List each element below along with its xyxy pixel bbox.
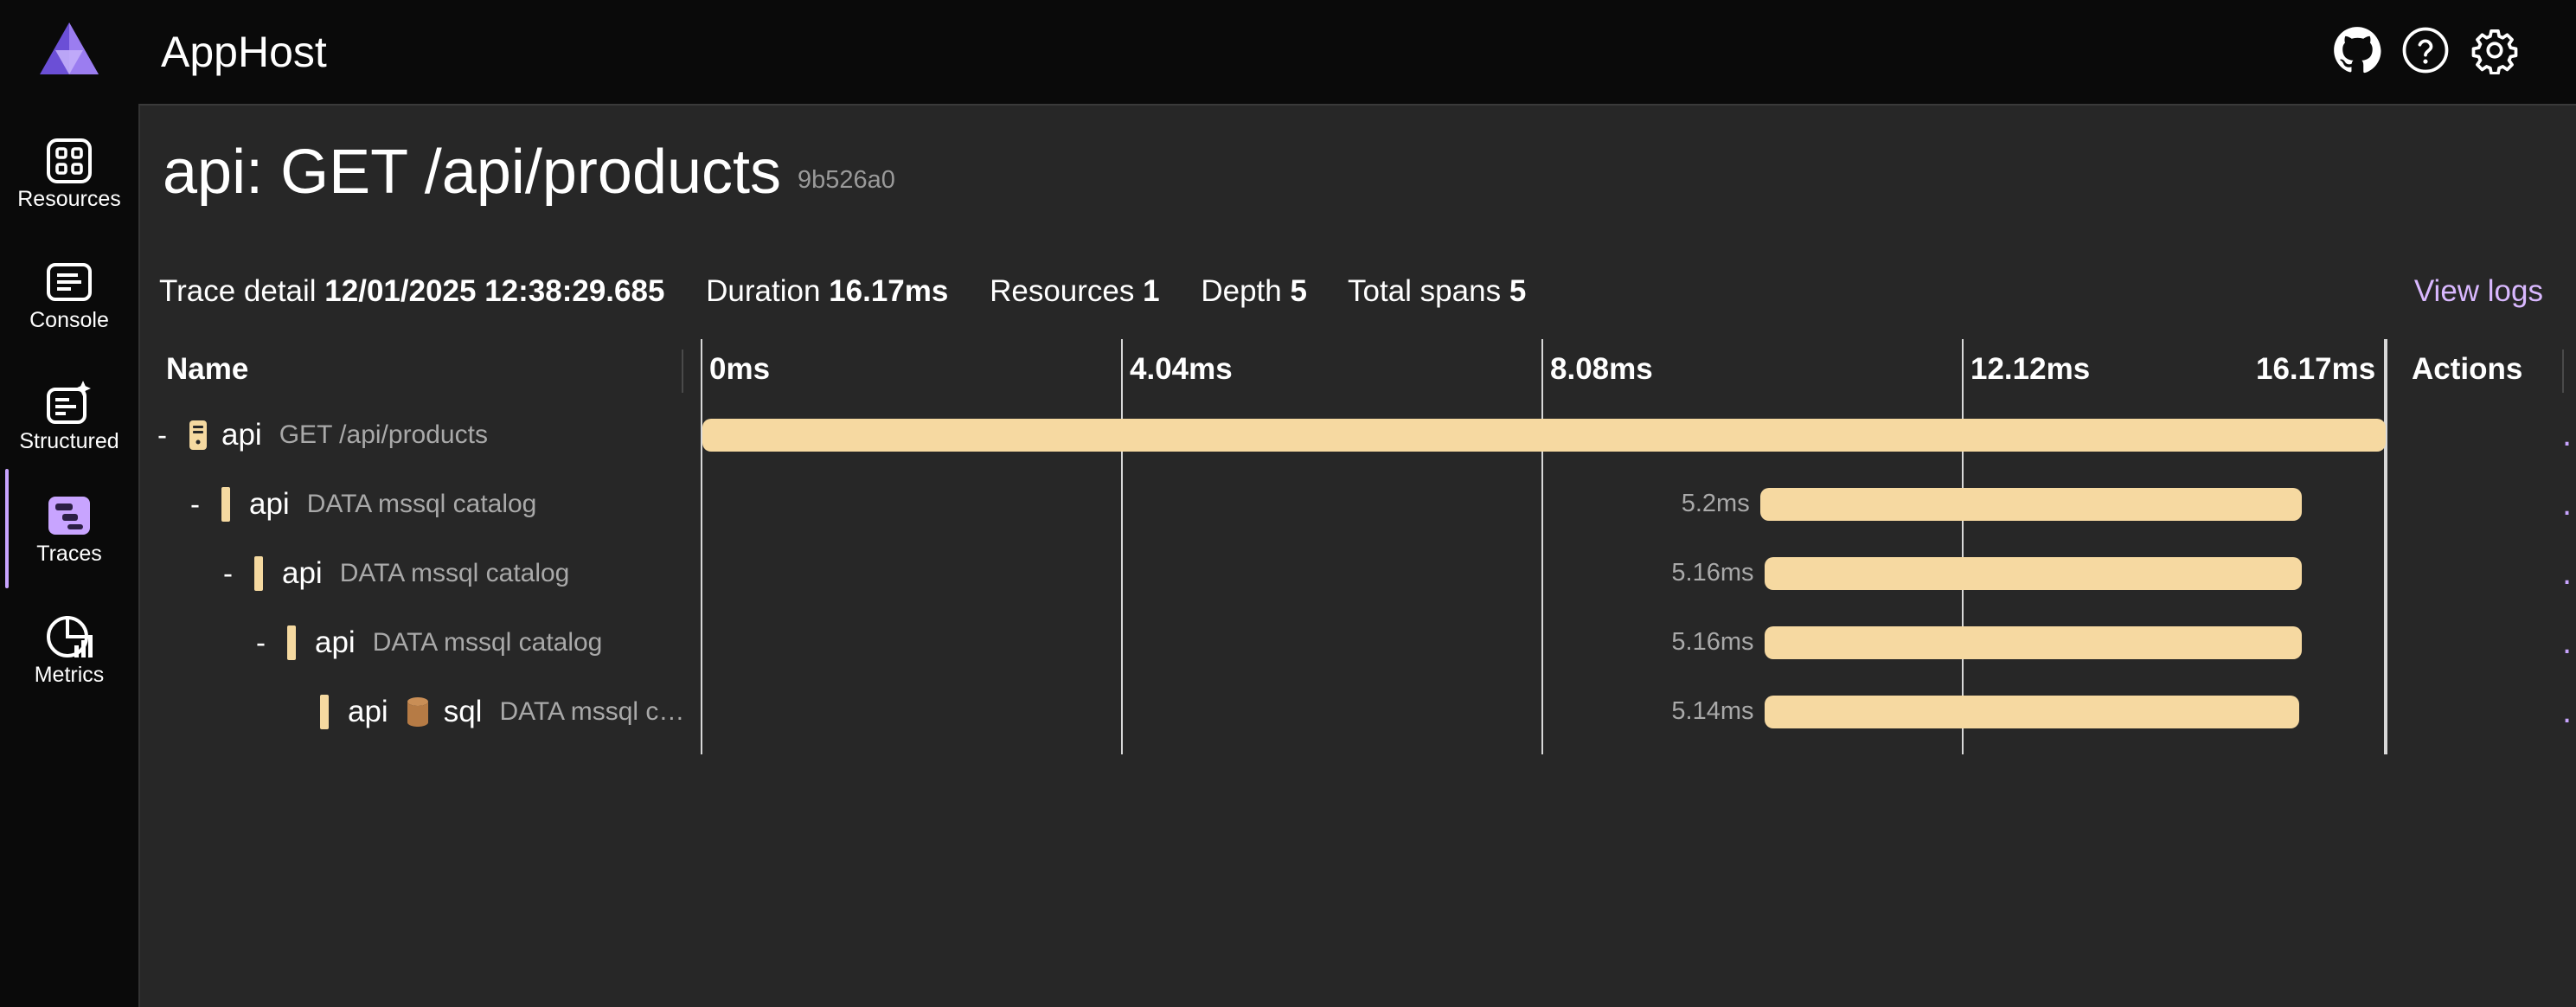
span-operation: GET /api/products — [279, 420, 488, 449]
structured-icon — [45, 379, 93, 427]
timeline-tick-label: 12.12ms — [1970, 352, 2091, 386]
service-color-stripe — [287, 625, 296, 660]
total-spans-value: 5 — [1509, 274, 1527, 308]
span-bar[interactable] — [1764, 626, 2302, 659]
span-service: api — [221, 418, 262, 452]
span-operation: DATA mssql catalog — [306, 490, 537, 518]
span-service: api — [315, 625, 356, 659]
name-column-header[interactable]: Name — [166, 350, 248, 389]
column-separator[interactable] — [2562, 350, 2564, 393]
service-color-stripe — [221, 487, 230, 522]
depth-value: 5 — [1290, 274, 1307, 308]
span-actions-button[interactable]: ... — [2562, 486, 2576, 521]
database-icon — [406, 696, 430, 728]
span-row-name[interactable]: - api DATA mssql catalog — [190, 483, 536, 526]
app-title: AppHost — [161, 28, 327, 76]
timeline-tick-label: 8.08ms — [1550, 352, 1653, 386]
total-spans-label: Total spans — [1348, 274, 1502, 308]
timeline-end-line — [2386, 339, 2387, 754]
resources-icon — [45, 137, 93, 185]
sidebar-item-console[interactable]: Console — [0, 235, 138, 356]
trace-detail-label: Trace detail — [159, 274, 317, 308]
depth-label: Depth — [1201, 274, 1282, 308]
sidebar-item-structured[interactable]: Structured — [0, 356, 138, 478]
timeline-tick-label: 0ms — [709, 352, 771, 386]
span-row-name[interactable]: api sql DATA mssql c… — [289, 690, 684, 734]
sidebar-item-label: Structured — [19, 429, 119, 453]
span-duration-label: 5.16ms — [1671, 559, 1754, 587]
trace-id: 9b526a0 — [798, 166, 895, 194]
sidebar: Resources Console Structured Traces Metr… — [0, 106, 138, 1005]
main-panel: api: GET /api/products 9b526a0 Trace det… — [138, 104, 2576, 1007]
trace-summary: Trace detail 12/01/2025 12:38:29.685 Dur… — [159, 272, 1559, 311]
span-operation: DATA mssql c… — [499, 697, 685, 726]
span-duration-label: 5.2ms — [1681, 490, 1750, 517]
span-service: api — [249, 487, 290, 521]
trace-detail-value: 12/01/2025 12:38:29.685 — [324, 274, 665, 308]
span-service: api — [348, 695, 388, 728]
span-row-name[interactable]: - api DATA mssql catalog — [256, 621, 602, 664]
resources-label: Resources — [990, 274, 1135, 308]
collapse-toggle[interactable]: - — [157, 419, 189, 452]
timeline-gridline — [1121, 339, 1123, 754]
github-icon[interactable] — [2333, 26, 2381, 74]
sidebar-item-traces[interactable]: Traces — [0, 469, 138, 590]
span-actions-button[interactable]: ... — [2562, 694, 2576, 728]
resources-value: 1 — [1143, 274, 1160, 308]
sidebar-item-resources[interactable]: Resources — [0, 114, 138, 235]
sidebar-item-label: Traces — [36, 542, 102, 566]
timeline-tick-label: 16.17ms — [2256, 352, 2376, 386]
server-icon — [189, 420, 208, 451]
span-service: api — [282, 556, 323, 590]
timeline-gridline — [701, 339, 702, 754]
span-bar[interactable] — [1759, 488, 2302, 521]
timeline-gridline — [1962, 339, 1964, 754]
sidebar-item-label: Resources — [17, 187, 121, 211]
settings-icon[interactable] — [2470, 26, 2519, 74]
timeline-tick-label: 4.04ms — [1130, 352, 1233, 386]
duration-label: Duration — [706, 274, 821, 308]
help-icon[interactable] — [2401, 26, 2450, 74]
sidebar-item-metrics[interactable]: Metrics — [0, 590, 138, 711]
span-duration-label: 5.16ms — [1671, 628, 1754, 656]
sidebar-item-label: Metrics — [34, 663, 105, 687]
span-peer: sql — [443, 695, 483, 728]
duration-value: 16.17ms — [829, 274, 949, 308]
span-bar[interactable] — [702, 419, 2386, 452]
service-color-stripe — [320, 695, 329, 729]
actions-column-header: Actions — [2412, 352, 2523, 386]
span-actions-button[interactable]: ... — [2562, 625, 2576, 659]
span-row-name[interactable]: - api GET /api/products — [157, 414, 488, 457]
span-row-name[interactable]: - api DATA mssql catalog — [223, 552, 569, 595]
span-actions-button[interactable]: ... — [2562, 555, 2576, 590]
view-logs-link[interactable]: View logs — [2414, 272, 2543, 311]
span-operation: DATA mssql catalog — [339, 559, 570, 587]
page-title: api: GET /api/products — [163, 138, 782, 207]
span-operation: DATA mssql catalog — [372, 628, 603, 657]
collapse-toggle[interactable]: - — [190, 488, 221, 521]
app-logo-icon[interactable] — [38, 21, 100, 78]
metrics-icon — [45, 613, 93, 661]
sidebar-item-label: Console — [29, 308, 109, 332]
span-bar[interactable] — [1764, 557, 2302, 590]
traces-icon — [45, 491, 93, 540]
timeline-gridline — [1541, 339, 1543, 754]
span-actions-button[interactable]: ... — [2562, 417, 2576, 452]
column-separator[interactable] — [682, 350, 683, 393]
console-icon — [45, 258, 93, 306]
collapse-toggle[interactable]: - — [256, 626, 287, 659]
span-bar[interactable] — [1764, 696, 2300, 728]
span-duration-label: 5.14ms — [1671, 697, 1754, 725]
collapse-toggle[interactable]: - — [223, 557, 254, 590]
service-color-stripe — [254, 556, 263, 591]
